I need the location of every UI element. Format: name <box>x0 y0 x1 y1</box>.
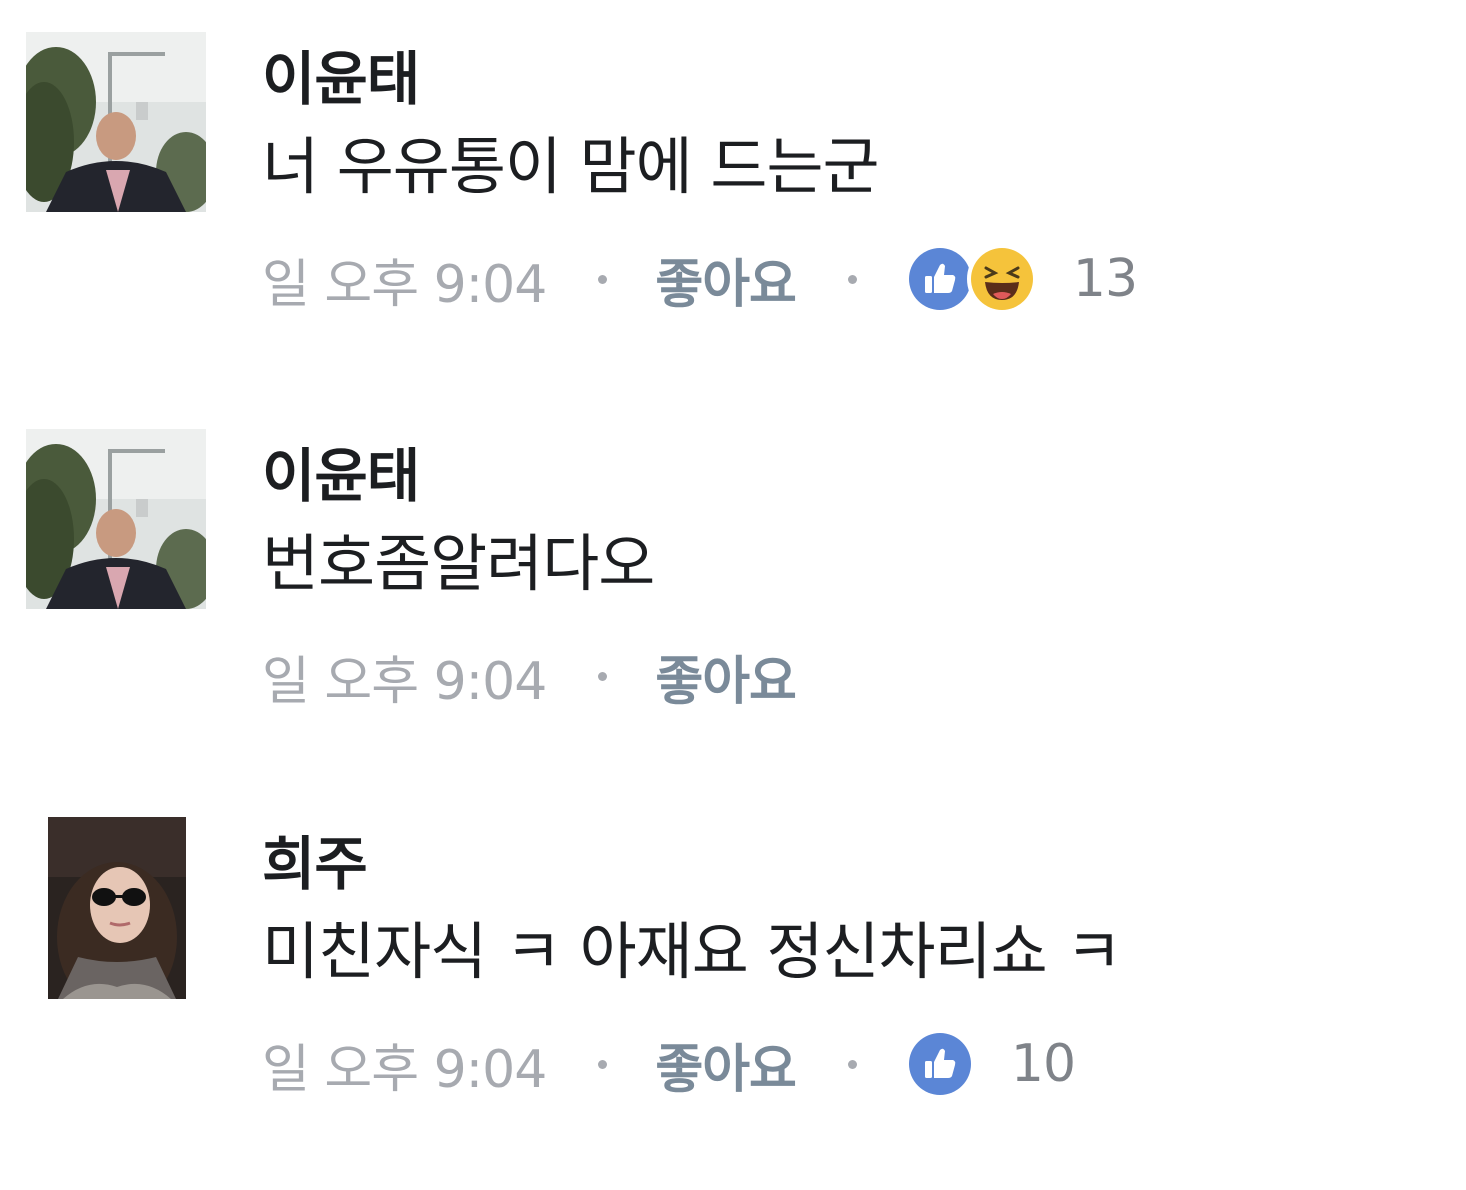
comment-author[interactable]: 희주 <box>262 835 1442 893</box>
avatar[interactable] <box>48 817 186 999</box>
avatar-photo <box>26 429 206 609</box>
like-button[interactable]: 좋아요 <box>655 242 797 317</box>
comment-time[interactable]: 일 오후 9:04 <box>262 1027 547 1102</box>
separator-dot <box>847 274 857 284</box>
comment-text: 번호좀알려다오 <box>262 527 655 600</box>
comment-meta: 일 오후 9:04 좋아요 10 <box>262 1027 1442 1102</box>
reactions-summary[interactable]: 10 <box>904 1029 1076 1099</box>
comment-time[interactable]: 일 오후 9:04 <box>262 242 547 317</box>
reaction-count: 13 <box>1072 249 1138 309</box>
like-button[interactable]: 좋아요 <box>655 1027 797 1102</box>
separator-dot <box>847 1059 857 1069</box>
separator-dot <box>598 274 608 284</box>
like-button[interactable]: 좋아요 <box>655 639 797 714</box>
avatar[interactable] <box>26 32 206 212</box>
comment-text: 너 우유통이 맘에 드는군 <box>262 130 880 203</box>
avatar[interactable] <box>26 429 206 609</box>
comment-author[interactable]: 이윤태 <box>262 50 1442 108</box>
separator-dot <box>598 671 608 681</box>
haha-icon <box>966 244 1037 314</box>
like-icon <box>904 244 975 314</box>
reaction-count: 10 <box>1010 1034 1076 1094</box>
reactions-summary[interactable]: 13 <box>904 244 1138 314</box>
comment-time[interactable]: 일 오후 9:04 <box>262 639 547 714</box>
separator-dot <box>598 1059 608 1069</box>
comment-meta: 일 오후 9:04 좋아요 <box>262 242 1442 317</box>
avatar-photo <box>48 817 186 999</box>
comment-text: 미친자식 ㅋ 아재요 정신차리쇼 ㅋ <box>262 915 1122 988</box>
like-icon <box>904 1029 975 1099</box>
avatar-photo <box>26 32 206 212</box>
comment-meta: 일 오후 9:04 좋아요 <box>262 639 1442 714</box>
comment-author[interactable]: 이윤태 <box>262 447 1442 505</box>
